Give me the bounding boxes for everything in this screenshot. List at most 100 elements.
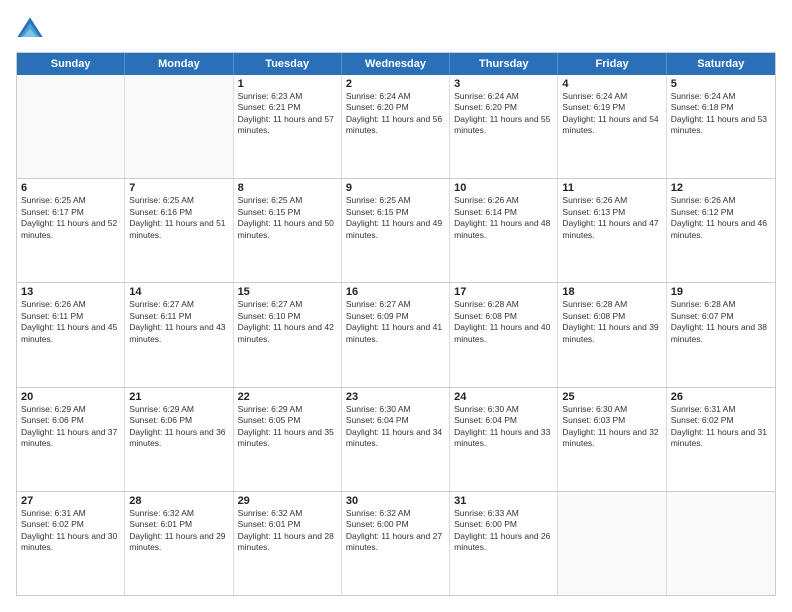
day-number: 26 bbox=[671, 391, 771, 403]
calendar-cell: 13Sunrise: 6:26 AM Sunset: 6:11 PM Dayli… bbox=[17, 283, 125, 386]
calendar-cell: 30Sunrise: 6:32 AM Sunset: 6:00 PM Dayli… bbox=[342, 492, 450, 595]
calendar-cell: 26Sunrise: 6:31 AM Sunset: 6:02 PM Dayli… bbox=[667, 388, 775, 491]
calendar-cell: 28Sunrise: 6:32 AM Sunset: 6:01 PM Dayli… bbox=[125, 492, 233, 595]
day-info: Sunrise: 6:31 AM Sunset: 6:02 PM Dayligh… bbox=[21, 508, 120, 554]
day-info: Sunrise: 6:23 AM Sunset: 6:21 PM Dayligh… bbox=[238, 91, 337, 137]
day-info: Sunrise: 6:24 AM Sunset: 6:18 PM Dayligh… bbox=[671, 91, 771, 137]
day-info: Sunrise: 6:26 AM Sunset: 6:12 PM Dayligh… bbox=[671, 195, 771, 241]
calendar-cell: 3Sunrise: 6:24 AM Sunset: 6:20 PM Daylig… bbox=[450, 75, 558, 178]
day-info: Sunrise: 6:31 AM Sunset: 6:02 PM Dayligh… bbox=[671, 404, 771, 450]
day-number: 17 bbox=[454, 286, 553, 298]
day-info: Sunrise: 6:27 AM Sunset: 6:10 PM Dayligh… bbox=[238, 299, 337, 345]
day-info: Sunrise: 6:26 AM Sunset: 6:13 PM Dayligh… bbox=[562, 195, 661, 241]
calendar-cell bbox=[667, 492, 775, 595]
day-info: Sunrise: 6:27 AM Sunset: 6:09 PM Dayligh… bbox=[346, 299, 445, 345]
calendar-cell: 1Sunrise: 6:23 AM Sunset: 6:21 PM Daylig… bbox=[234, 75, 342, 178]
day-number: 2 bbox=[346, 78, 445, 90]
day-info: Sunrise: 6:24 AM Sunset: 6:20 PM Dayligh… bbox=[346, 91, 445, 137]
header-day-thursday: Thursday bbox=[450, 53, 558, 75]
day-info: Sunrise: 6:29 AM Sunset: 6:06 PM Dayligh… bbox=[21, 404, 120, 450]
day-info: Sunrise: 6:29 AM Sunset: 6:05 PM Dayligh… bbox=[238, 404, 337, 450]
day-number: 12 bbox=[671, 182, 771, 194]
day-number: 7 bbox=[129, 182, 228, 194]
calendar-cell: 22Sunrise: 6:29 AM Sunset: 6:05 PM Dayli… bbox=[234, 388, 342, 491]
calendar-cell: 16Sunrise: 6:27 AM Sunset: 6:09 PM Dayli… bbox=[342, 283, 450, 386]
day-number: 29 bbox=[238, 495, 337, 507]
day-number: 21 bbox=[129, 391, 228, 403]
day-number: 11 bbox=[562, 182, 661, 194]
day-number: 5 bbox=[671, 78, 771, 90]
header-day-saturday: Saturday bbox=[667, 53, 775, 75]
day-info: Sunrise: 6:30 AM Sunset: 6:04 PM Dayligh… bbox=[454, 404, 553, 450]
calendar-cell: 5Sunrise: 6:24 AM Sunset: 6:18 PM Daylig… bbox=[667, 75, 775, 178]
calendar-cell: 19Sunrise: 6:28 AM Sunset: 6:07 PM Dayli… bbox=[667, 283, 775, 386]
calendar-row-4: 27Sunrise: 6:31 AM Sunset: 6:02 PM Dayli… bbox=[17, 491, 775, 595]
day-number: 16 bbox=[346, 286, 445, 298]
day-info: Sunrise: 6:32 AM Sunset: 6:01 PM Dayligh… bbox=[129, 508, 228, 554]
day-number: 30 bbox=[346, 495, 445, 507]
day-info: Sunrise: 6:33 AM Sunset: 6:00 PM Dayligh… bbox=[454, 508, 553, 554]
day-number: 28 bbox=[129, 495, 228, 507]
calendar-cell bbox=[125, 75, 233, 178]
calendar-cell: 6Sunrise: 6:25 AM Sunset: 6:17 PM Daylig… bbox=[17, 179, 125, 282]
calendar-cell: 15Sunrise: 6:27 AM Sunset: 6:10 PM Dayli… bbox=[234, 283, 342, 386]
calendar-cell: 11Sunrise: 6:26 AM Sunset: 6:13 PM Dayli… bbox=[558, 179, 666, 282]
calendar-row-1: 6Sunrise: 6:25 AM Sunset: 6:17 PM Daylig… bbox=[17, 178, 775, 282]
calendar: SundayMondayTuesdayWednesdayThursdayFrid… bbox=[16, 52, 776, 596]
calendar-row-0: 1Sunrise: 6:23 AM Sunset: 6:21 PM Daylig… bbox=[17, 75, 775, 178]
day-number: 24 bbox=[454, 391, 553, 403]
header-day-sunday: Sunday bbox=[17, 53, 125, 75]
day-number: 25 bbox=[562, 391, 661, 403]
header-day-monday: Monday bbox=[125, 53, 233, 75]
day-info: Sunrise: 6:26 AM Sunset: 6:11 PM Dayligh… bbox=[21, 299, 120, 345]
day-info: Sunrise: 6:24 AM Sunset: 6:20 PM Dayligh… bbox=[454, 91, 553, 137]
calendar-cell: 14Sunrise: 6:27 AM Sunset: 6:11 PM Dayli… bbox=[125, 283, 233, 386]
day-number: 4 bbox=[562, 78, 661, 90]
day-info: Sunrise: 6:29 AM Sunset: 6:06 PM Dayligh… bbox=[129, 404, 228, 450]
calendar-cell: 4Sunrise: 6:24 AM Sunset: 6:19 PM Daylig… bbox=[558, 75, 666, 178]
calendar-cell: 10Sunrise: 6:26 AM Sunset: 6:14 PM Dayli… bbox=[450, 179, 558, 282]
day-info: Sunrise: 6:32 AM Sunset: 6:01 PM Dayligh… bbox=[238, 508, 337, 554]
header bbox=[16, 16, 776, 44]
calendar-cell: 24Sunrise: 6:30 AM Sunset: 6:04 PM Dayli… bbox=[450, 388, 558, 491]
calendar-row-2: 13Sunrise: 6:26 AM Sunset: 6:11 PM Dayli… bbox=[17, 282, 775, 386]
calendar-cell: 23Sunrise: 6:30 AM Sunset: 6:04 PM Dayli… bbox=[342, 388, 450, 491]
day-number: 20 bbox=[21, 391, 120, 403]
day-info: Sunrise: 6:28 AM Sunset: 6:07 PM Dayligh… bbox=[671, 299, 771, 345]
day-number: 27 bbox=[21, 495, 120, 507]
logo bbox=[16, 16, 48, 44]
day-number: 10 bbox=[454, 182, 553, 194]
calendar-cell: 12Sunrise: 6:26 AM Sunset: 6:12 PM Dayli… bbox=[667, 179, 775, 282]
calendar-cell: 18Sunrise: 6:28 AM Sunset: 6:08 PM Dayli… bbox=[558, 283, 666, 386]
calendar-body: 1Sunrise: 6:23 AM Sunset: 6:21 PM Daylig… bbox=[17, 75, 775, 595]
calendar-cell: 7Sunrise: 6:25 AM Sunset: 6:16 PM Daylig… bbox=[125, 179, 233, 282]
day-info: Sunrise: 6:25 AM Sunset: 6:15 PM Dayligh… bbox=[346, 195, 445, 241]
day-number: 22 bbox=[238, 391, 337, 403]
day-number: 31 bbox=[454, 495, 553, 507]
calendar-cell: 31Sunrise: 6:33 AM Sunset: 6:00 PM Dayli… bbox=[450, 492, 558, 595]
day-number: 23 bbox=[346, 391, 445, 403]
day-number: 18 bbox=[562, 286, 661, 298]
day-info: Sunrise: 6:25 AM Sunset: 6:17 PM Dayligh… bbox=[21, 195, 120, 241]
day-info: Sunrise: 6:24 AM Sunset: 6:19 PM Dayligh… bbox=[562, 91, 661, 137]
calendar-cell: 8Sunrise: 6:25 AM Sunset: 6:15 PM Daylig… bbox=[234, 179, 342, 282]
calendar-cell: 29Sunrise: 6:32 AM Sunset: 6:01 PM Dayli… bbox=[234, 492, 342, 595]
calendar-cell: 2Sunrise: 6:24 AM Sunset: 6:20 PM Daylig… bbox=[342, 75, 450, 178]
day-number: 1 bbox=[238, 78, 337, 90]
header-day-friday: Friday bbox=[558, 53, 666, 75]
calendar-cell: 20Sunrise: 6:29 AM Sunset: 6:06 PM Dayli… bbox=[17, 388, 125, 491]
day-info: Sunrise: 6:28 AM Sunset: 6:08 PM Dayligh… bbox=[454, 299, 553, 345]
calendar-cell: 25Sunrise: 6:30 AM Sunset: 6:03 PM Dayli… bbox=[558, 388, 666, 491]
day-number: 19 bbox=[671, 286, 771, 298]
day-info: Sunrise: 6:25 AM Sunset: 6:15 PM Dayligh… bbox=[238, 195, 337, 241]
day-number: 8 bbox=[238, 182, 337, 194]
day-info: Sunrise: 6:28 AM Sunset: 6:08 PM Dayligh… bbox=[562, 299, 661, 345]
calendar-cell: 21Sunrise: 6:29 AM Sunset: 6:06 PM Dayli… bbox=[125, 388, 233, 491]
day-number: 15 bbox=[238, 286, 337, 298]
calendar-header: SundayMondayTuesdayWednesdayThursdayFrid… bbox=[17, 53, 775, 75]
day-number: 14 bbox=[129, 286, 228, 298]
header-day-tuesday: Tuesday bbox=[234, 53, 342, 75]
logo-icon bbox=[16, 16, 44, 44]
header-day-wednesday: Wednesday bbox=[342, 53, 450, 75]
day-info: Sunrise: 6:25 AM Sunset: 6:16 PM Dayligh… bbox=[129, 195, 228, 241]
